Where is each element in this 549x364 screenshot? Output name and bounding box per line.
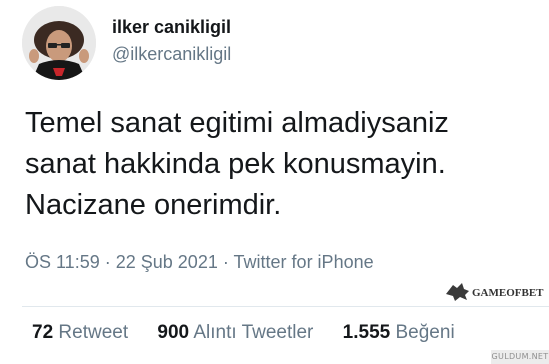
tweet-time[interactable]: ÖS 11:59 — [25, 252, 100, 272]
dragon-icon — [446, 283, 469, 301]
quotes-count: 900 — [157, 322, 190, 343]
retweets-stat[interactable]: 72 Retweet — [32, 322, 128, 344]
tweet-source[interactable]: Twitter for iPhone — [234, 252, 374, 272]
watermark-logo-text: GAMEOFBET — [472, 287, 544, 299]
tweet-text-line: Nacizane onerimdir. — [25, 189, 282, 221]
gameofbet-watermark: GAMEOFBET — [446, 283, 544, 301]
likes-stat[interactable]: 1.555 Beğeni — [343, 322, 455, 344]
quotes-label: Alıntı Tweetler — [193, 322, 314, 343]
avatar-photo — [22, 6, 96, 80]
quotes-stat[interactable]: 900 Alıntı Tweetler — [157, 322, 313, 344]
divider — [22, 306, 549, 307]
meta-separator: · — [222, 252, 229, 272]
site-watermark: GULDUM.NET — [491, 350, 549, 364]
user-handle[interactable]: @ilkercanikligil — [112, 44, 231, 65]
tweet-text: Temel sanat egitimi almadiysaniz sanat h… — [25, 103, 535, 226]
avatar[interactable] — [22, 6, 96, 80]
likes-label: Beğeni — [395, 322, 455, 343]
retweets-label: Retweet — [58, 322, 129, 343]
engagement-stats: 72 Retweet 900 Alıntı Tweetler 1.555 Beğ… — [32, 322, 479, 344]
retweets-count: 72 — [32, 322, 54, 343]
likes-count: 1.555 — [342, 322, 391, 343]
meta-separator: · — [104, 252, 111, 272]
tweet-text-line: sanat hakkinda pek konusmayin. — [25, 148, 446, 180]
tweet-meta: ÖS 11:59 · 22 Şub 2021 · Twitter for iPh… — [25, 252, 374, 273]
display-name[interactable]: ilker canikligil — [112, 17, 231, 38]
tweet-date[interactable]: 22 Şub 2021 — [116, 252, 218, 272]
tweet-text-line: Temel sanat egitimi almadiysaniz — [25, 107, 449, 139]
